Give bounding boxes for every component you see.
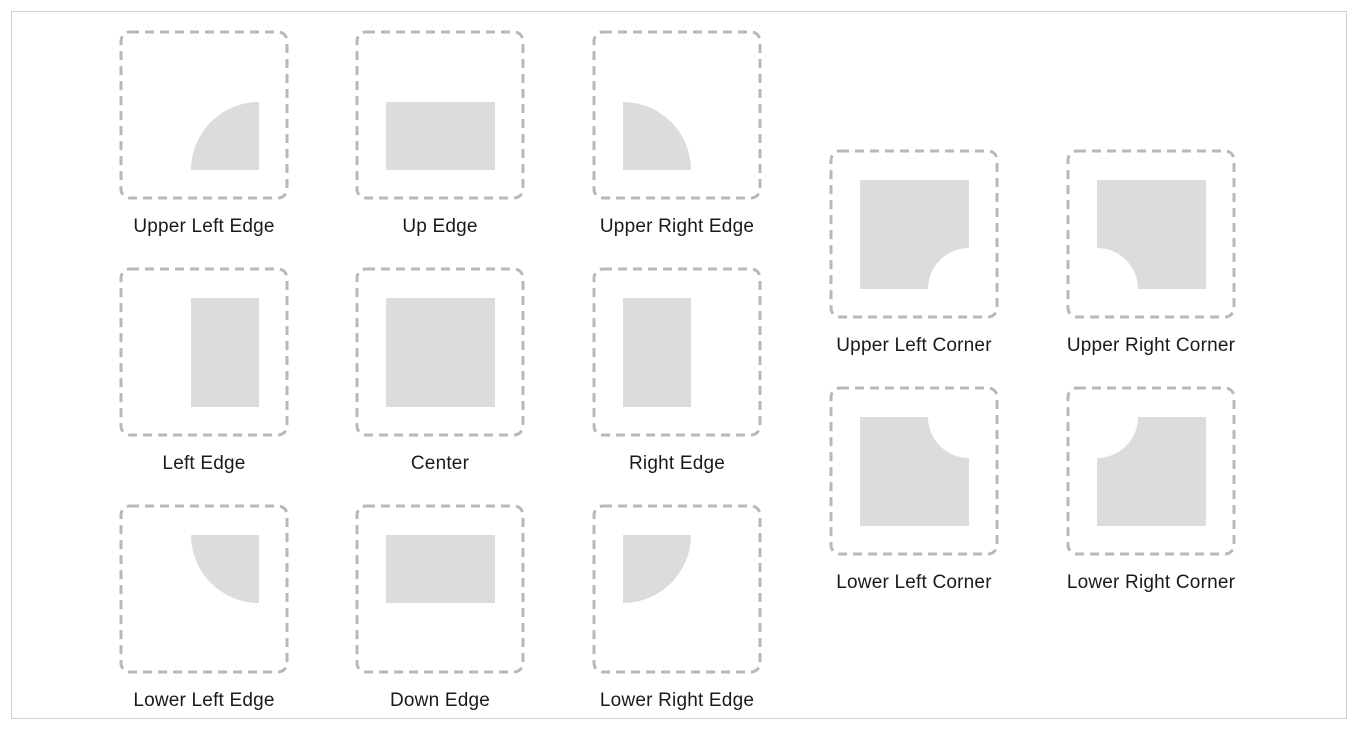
upper-left-edge-label: Upper Left Edge: [133, 216, 275, 237]
upper-left-corner-label: Upper Left Corner: [836, 335, 992, 356]
lower-right-corner-box: [1066, 386, 1236, 556]
right-edge-cell: Right Edge: [557, 267, 797, 487]
lower-left-corner-cell: Lower Left Corner: [794, 386, 1034, 606]
lower-right-edge-shape: [623, 535, 691, 603]
lower-left-edge-label: Lower Left Edge: [133, 690, 275, 711]
center-box: [355, 267, 525, 437]
dashed-outline: [119, 30, 289, 200]
upper-right-edge-label: Upper Right Edge: [599, 216, 755, 237]
lower-left-corner-box: [829, 386, 999, 556]
left-edge-box: [119, 267, 289, 437]
upper-left-corner-cell: Upper Left Corner: [794, 149, 1034, 369]
upper-right-edge-shape: [623, 102, 691, 170]
up-edge-box: [355, 30, 525, 200]
lower-right-corner-label: Lower Right Corner: [1066, 572, 1236, 593]
upper-left-edge-box: [119, 30, 289, 200]
dashed-outline: [119, 504, 289, 674]
dashed-outline: [592, 30, 762, 200]
left-edge-label: Left Edge: [162, 453, 246, 474]
down-edge-cell: Down Edge: [320, 504, 560, 724]
up-edge-shape: [386, 102, 495, 170]
center-label: Center: [410, 453, 470, 474]
upper-right-corner-shape: [1097, 180, 1206, 289]
upper-right-edge-box: [592, 30, 762, 200]
lower-left-edge-shape: [191, 535, 259, 603]
lower-left-edge-cell: Lower Left Edge: [84, 504, 324, 724]
right-edge-label: Right Edge: [628, 453, 725, 474]
center-cell: Center: [320, 267, 560, 487]
upper-right-corner-cell: Upper Right Corner: [1031, 149, 1271, 369]
dashed-outline: [592, 504, 762, 674]
lower-left-corner-label: Lower Left Corner: [836, 572, 992, 593]
upper-right-corner-box: [1066, 149, 1236, 319]
down-edge-shape: [386, 535, 495, 603]
upper-right-corner-label: Upper Right Corner: [1066, 335, 1236, 356]
upper-right-edge-cell: Upper Right Edge: [557, 30, 797, 250]
down-edge-label: Down Edge: [389, 690, 491, 711]
right-edge-shape: [623, 298, 691, 407]
right-edge-box: [592, 267, 762, 437]
lower-left-edge-box: [119, 504, 289, 674]
upper-left-corner-box: [829, 149, 999, 319]
left-edge-shape: [191, 298, 259, 407]
upper-left-edge-cell: Upper Left Edge: [84, 30, 324, 250]
up-edge-cell: Up Edge: [320, 30, 560, 250]
lower-right-edge-label: Lower Right Edge: [599, 690, 755, 711]
lower-right-corner-shape: [1097, 417, 1206, 526]
upper-left-corner-shape: [860, 180, 969, 289]
lower-right-edge-box: [592, 504, 762, 674]
lower-left-corner-shape: [860, 417, 969, 526]
left-edge-cell: Left Edge: [84, 267, 324, 487]
center-shape: [386, 298, 495, 407]
lower-right-edge-cell: Lower Right Edge: [557, 504, 797, 724]
down-edge-box: [355, 504, 525, 674]
upper-left-edge-shape: [191, 102, 259, 170]
lower-right-corner-cell: Lower Right Corner: [1031, 386, 1271, 606]
up-edge-label: Up Edge: [402, 216, 478, 237]
